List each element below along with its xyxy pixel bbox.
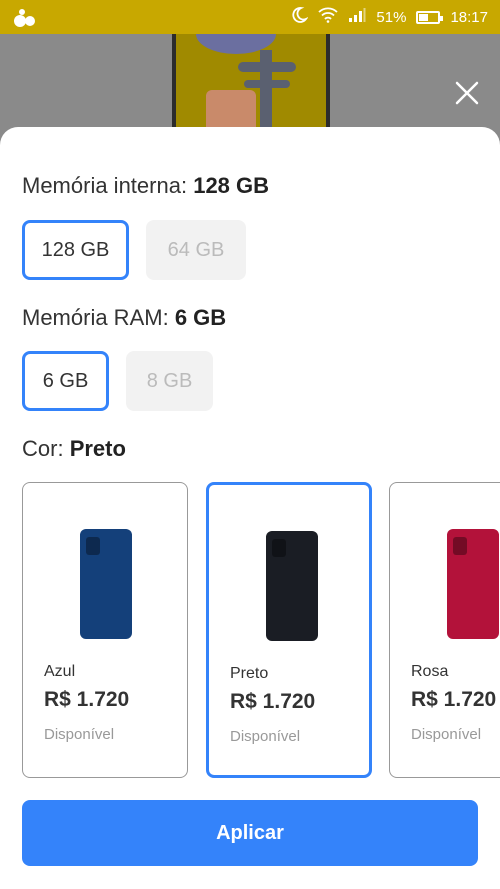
- close-button[interactable]: [452, 78, 482, 108]
- color-title: Cor: Preto: [22, 436, 126, 461]
- phone-image: [447, 529, 499, 639]
- battery-icon: [416, 10, 444, 24]
- memory-option-128gb[interactable]: 128 GB: [22, 220, 129, 280]
- memory-title: Memória interna: 128 GB: [22, 173, 270, 198]
- color-name: Rosa: [411, 663, 449, 680]
- memory-option-64gb[interactable]: 64 GB: [146, 220, 246, 280]
- color-availability: Disponível: [44, 726, 115, 743]
- status-bar: 51% 18:17: [0, 0, 500, 34]
- clock: 18:17: [450, 8, 488, 26]
- phone-image: [80, 529, 132, 639]
- color-price: R$ 1.720: [411, 688, 497, 711]
- moon-icon: [290, 6, 310, 28]
- color-availability: Disponível: [411, 726, 482, 743]
- close-icon: [455, 81, 479, 105]
- color-name: Preto: [230, 665, 269, 682]
- ram-option-8gb[interactable]: 8 GB: [126, 351, 213, 411]
- color-availability: Disponível: [230, 728, 301, 745]
- variation-sheet: Memória interna: 128 GB 128 GB 64 GB Mem…: [0, 127, 500, 889]
- wifi-icon: [318, 7, 339, 27]
- battery-percent: 51%: [376, 8, 407, 26]
- ram-title: Memória RAM: 6 GB: [22, 305, 227, 330]
- color-card-rosa[interactable]: Rosa R$ 1.720 Disponível: [389, 482, 500, 778]
- apply-button[interactable]: Aplicar: [22, 800, 478, 866]
- color-card-azul[interactable]: Azul R$ 1.720 Disponível: [22, 482, 188, 778]
- ram-option-6gb[interactable]: 6 GB: [22, 351, 109, 411]
- color-card-preto[interactable]: Preto R$ 1.720 Disponível: [206, 482, 372, 778]
- color-options-carousel[interactable]: Azul R$ 1.720 Disponível Preto R$ 1.720 …: [22, 482, 500, 778]
- color-name: Azul: [44, 663, 76, 680]
- signal-icon: [348, 7, 366, 27]
- phone-image: [266, 531, 318, 641]
- color-price: R$ 1.720: [230, 690, 316, 713]
- app-logo-icon: [12, 6, 38, 28]
- color-price: R$ 1.720: [44, 688, 130, 711]
